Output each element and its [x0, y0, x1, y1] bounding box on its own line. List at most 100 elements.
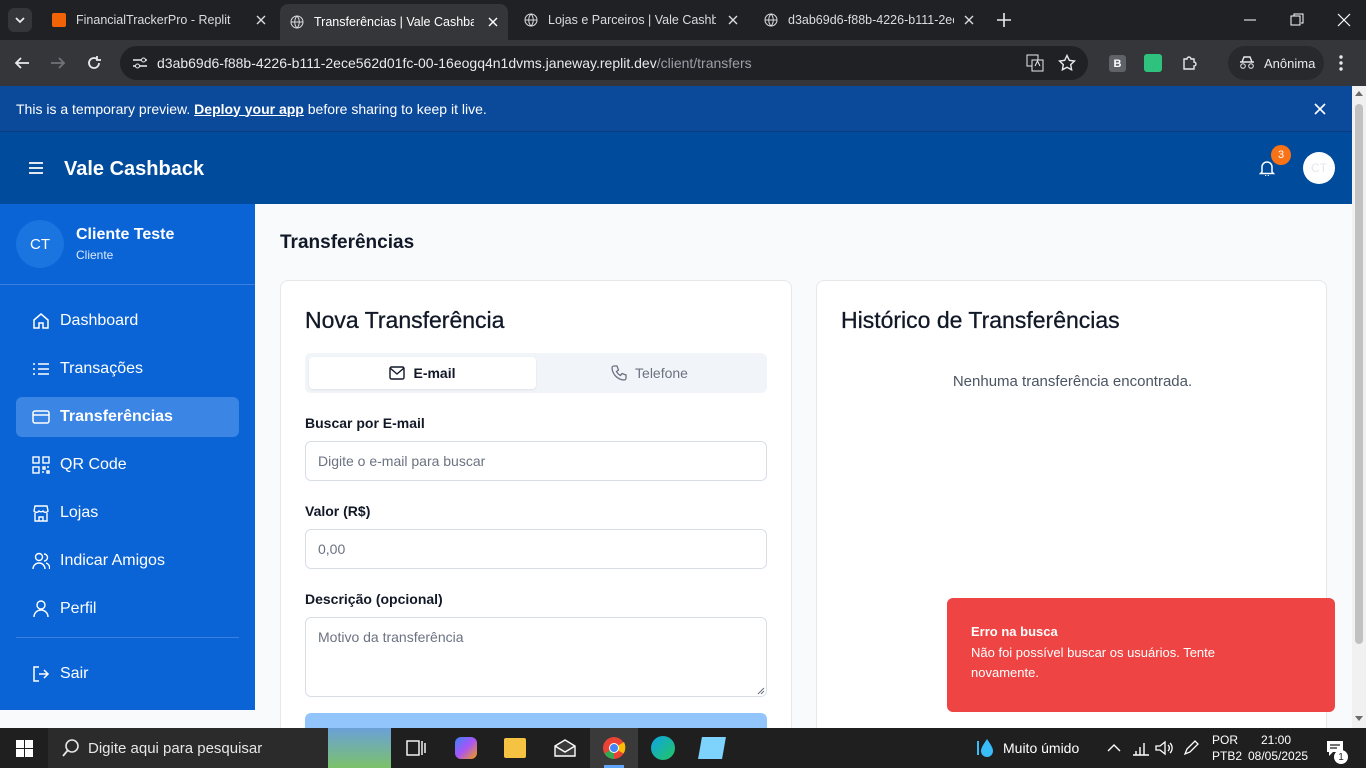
error-toast: Erro na busca Não foi possível buscar os… — [947, 598, 1335, 712]
sidebar-item-qrcode[interactable]: QR Code — [16, 445, 239, 485]
resize-handle-icon[interactable] — [757, 687, 765, 695]
network-icon[interactable] — [1132, 740, 1150, 756]
forward-button[interactable] — [50, 55, 66, 71]
translate-icon[interactable] — [1026, 54, 1044, 72]
user-name: Cliente Teste — [76, 226, 175, 243]
sidebar-item-transacoes[interactable]: Transações — [16, 349, 239, 389]
value-input[interactable]: 0,00 — [305, 529, 767, 569]
volume-icon[interactable] — [1155, 740, 1173, 756]
logout-icon — [33, 666, 50, 682]
taskbar-search[interactable]: Digite aqui para pesquisar — [48, 728, 391, 768]
close-tab-icon[interactable] — [964, 15, 974, 25]
sidebar-item-indicar-amigos[interactable]: Indicar Amigos — [16, 541, 239, 581]
user-profile: CT Cliente Teste Cliente — [16, 220, 174, 268]
sidebar-item-label: QR Code — [60, 456, 127, 473]
weather-text[interactable]: Muito úmido — [1003, 740, 1079, 756]
new-tab-button[interactable] — [996, 12, 1012, 28]
close-icon — [1337, 13, 1351, 27]
empty-state-text: Nenhuma transferência encontrada. — [952, 373, 1193, 390]
close-tab-icon[interactable] — [488, 17, 498, 27]
mail-app-icon[interactable] — [553, 738, 577, 758]
weather-drop-icon — [977, 739, 993, 757]
extension-b-icon[interactable]: B — [1109, 55, 1126, 72]
extensions-button[interactable] — [1181, 53, 1199, 71]
toast-message: Não foi possível buscar os usuários. Ten… — [971, 645, 1216, 680]
app-header: Vale Cashback 3 CT — [0, 132, 1352, 204]
sidebar-item-perfil[interactable]: Perfil — [16, 589, 239, 629]
close-tab-icon[interactable] — [256, 15, 266, 25]
search-email-input[interactable]: Digite o e-mail para buscar — [305, 441, 767, 481]
clock[interactable]: 21:00 08/05/2025 — [1248, 732, 1308, 764]
tab-email[interactable]: E-mail — [309, 357, 536, 389]
copilot-icon[interactable] — [455, 737, 477, 759]
browser-tab[interactable]: Lojas e Parceiros | Vale Cashback — [512, 0, 748, 40]
lang-code: POR — [1212, 733, 1239, 747]
restore-button[interactable] — [1290, 13, 1304, 27]
globe-icon — [524, 13, 538, 27]
globe-icon — [290, 15, 304, 29]
sidebar-item-transferencias[interactable]: Transferências — [16, 397, 239, 437]
reload-icon — [88, 56, 101, 69]
sidebar-item-dashboard[interactable]: Dashboard — [16, 301, 239, 341]
tab-search-button[interactable] — [8, 8, 32, 32]
language-indicator[interactable]: POR PTB2 — [1212, 732, 1242, 764]
sidebar-item-label: Transferências — [60, 408, 173, 425]
browser-menu-button[interactable] — [1339, 54, 1343, 72]
windows-taskbar: Digite aqui para pesquisar Muito úmido P… — [0, 728, 1366, 768]
divider — [16, 637, 239, 638]
close-tab-icon[interactable] — [728, 15, 738, 25]
minimize-button[interactable] — [1243, 14, 1257, 26]
incognito-icon — [1240, 56, 1254, 69]
app-icon[interactable] — [698, 737, 726, 759]
chevron-down-icon — [15, 17, 25, 24]
notifications-button[interactable] — [1259, 160, 1275, 176]
avatar[interactable]: CT — [1303, 152, 1335, 184]
edge-icon[interactable] — [651, 736, 675, 760]
task-view-icon[interactable] — [405, 738, 427, 758]
menu-toggle-button[interactable] — [29, 162, 43, 174]
sidebar: CT Cliente Teste Cliente Dashboard Trans… — [0, 204, 255, 710]
browser-tab[interactable]: FinancialTrackerPro - Replit — [44, 0, 276, 40]
description-textarea[interactable]: Motivo da transferência — [305, 617, 767, 697]
description-label: Descrição (opcional) — [305, 591, 443, 607]
sidebar-item-sair[interactable]: Sair — [16, 654, 239, 694]
user-role: Cliente — [76, 248, 114, 262]
star-icon[interactable] — [1058, 54, 1076, 72]
sidebar-item-lojas[interactable]: Lojas — [16, 493, 239, 533]
chrome-icon — [603, 737, 626, 759]
chevron-up-icon[interactable] — [1107, 743, 1121, 753]
browser-tab-active[interactable]: Transferências | Vale Cashback — [280, 4, 508, 40]
address-bar[interactable]: d3ab69d6-f88b-4226-b111-2ece562d01fc-00-… — [120, 46, 1088, 80]
tab-title: Transferências | Vale Cashback — [314, 15, 474, 29]
clock-time: 21:00 — [1260, 733, 1292, 747]
search-icon — [62, 739, 79, 757]
page-scrollbar[interactable] — [1352, 86, 1366, 728]
url-path: /client/transfers — [656, 55, 752, 71]
reload-button[interactable] — [86, 55, 102, 71]
scroll-up-icon[interactable] — [1355, 90, 1363, 96]
close-window-button[interactable] — [1337, 13, 1351, 27]
sidebar-item-label: Dashboard — [60, 312, 139, 329]
incognito-profile-button[interactable]: Anônima — [1228, 46, 1324, 80]
users-icon — [32, 552, 50, 570]
notification-count-badge: 1 — [1334, 750, 1348, 764]
file-explorer-icon[interactable] — [504, 738, 526, 758]
back-button[interactable] — [14, 55, 30, 71]
extension-bracket-icon[interactable] — [1144, 54, 1162, 72]
tab-telefone[interactable]: Telefone — [536, 357, 763, 389]
restore-icon — [1290, 13, 1304, 26]
pen-icon[interactable] — [1182, 739, 1200, 757]
scrollbar-thumb[interactable] — [1355, 104, 1363, 644]
browser-tab[interactable]: d3ab69d6-f88b-4226-b111-2ece562d01fc-00-… — [752, 0, 984, 40]
deploy-link[interactable]: Deploy your app — [194, 101, 304, 117]
url-host: d3ab69d6-f88b-4226-b111-2ece562d01fc-00-… — [157, 55, 657, 71]
puzzle-icon — [1183, 56, 1197, 70]
start-button[interactable] — [16, 740, 33, 757]
scroll-down-icon[interactable] — [1355, 716, 1363, 722]
close-banner-icon[interactable] — [1314, 103, 1326, 115]
card-title: Nova Transferência — [305, 307, 505, 333]
site-settings-icon[interactable] — [132, 56, 148, 70]
sidebar-item-label: Transações — [60, 360, 143, 377]
chrome-taskbar-button[interactable] — [590, 728, 638, 768]
credit-card-icon — [32, 410, 50, 424]
